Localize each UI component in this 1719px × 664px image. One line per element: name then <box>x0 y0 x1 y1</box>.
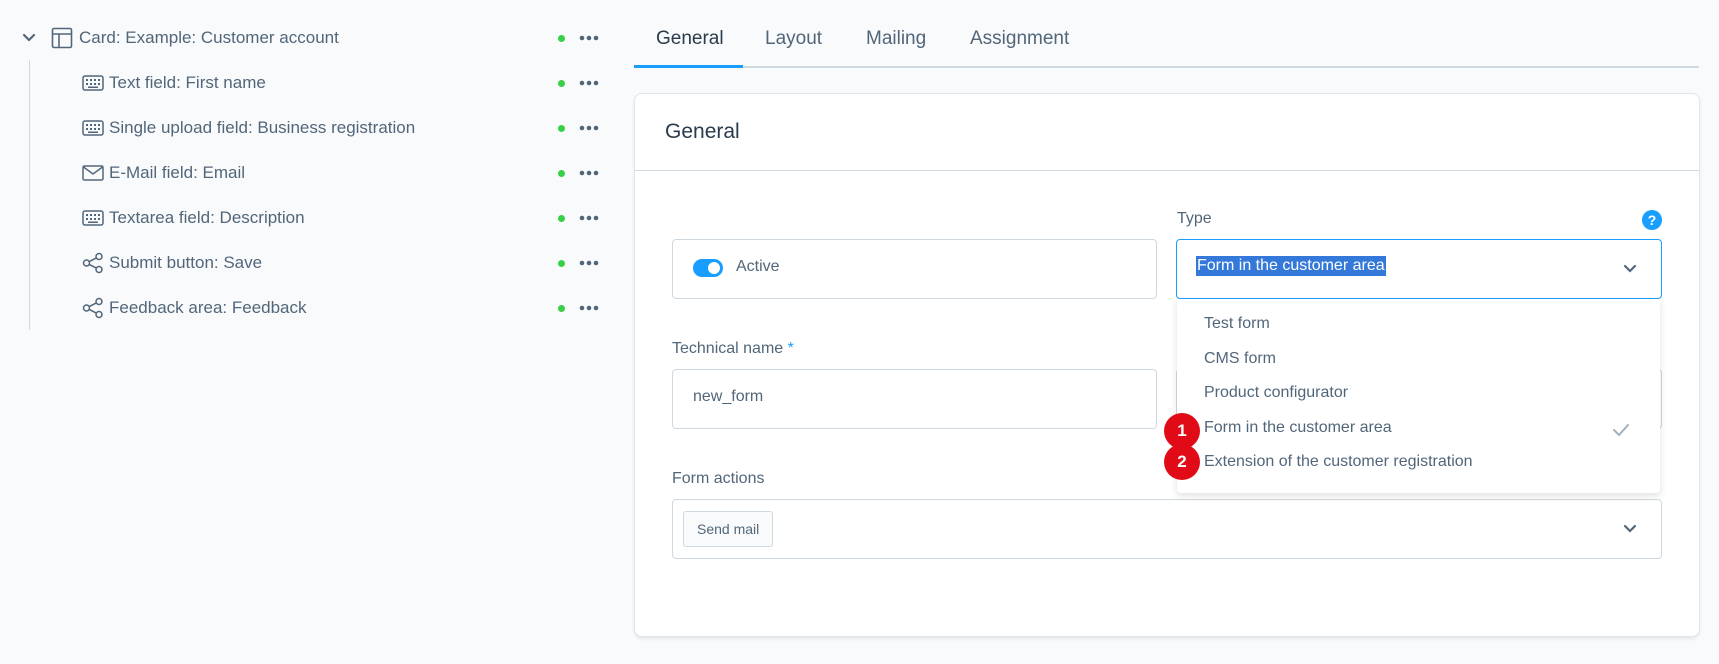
more-options-icon[interactable] <box>578 28 600 48</box>
technical-name-value: new_form <box>693 388 764 405</box>
technical-name-label-text: Technical name <box>672 340 784 357</box>
tree-item-label: Text field: First name <box>109 73 266 92</box>
technical-name-label: Technical name * <box>672 340 794 358</box>
status-dot <box>558 169 565 177</box>
status-dot <box>558 214 565 222</box>
option-cms-form[interactable]: CMS form <box>1204 350 1276 368</box>
status-dot <box>558 34 565 42</box>
more-options-icon[interactable] <box>578 118 600 138</box>
status-dot <box>558 304 565 312</box>
more-options-icon[interactable] <box>578 298 600 318</box>
form-actions-label: Form actions <box>672 470 765 487</box>
tree-item-label: E-Mail field: Email <box>109 163 246 182</box>
share-icon <box>81 251 105 275</box>
keyboard-icon <box>81 116 105 140</box>
tree-item-description[interactable]: Textarea field: Description <box>0 201 610 235</box>
option-product-configurator[interactable]: Product configurator <box>1204 384 1348 402</box>
help-icon[interactable]: ? <box>1642 210 1662 230</box>
tree-item-label: Textarea field: Description <box>109 208 305 227</box>
tree-item-label: Submit button: Save <box>109 253 263 272</box>
chevron-down-icon[interactable] <box>1621 260 1639 278</box>
form-field-tree: Card: Example: Customer account Text fie… <box>0 0 620 664</box>
tree-item-label: Card: Example: Customer account <box>79 28 339 47</box>
required-mark: * <box>787 340 794 357</box>
send-mail-chip[interactable]: Send mail <box>683 511 774 547</box>
status-dot <box>558 259 565 267</box>
checkmark-icon <box>1611 420 1631 440</box>
card-title: General <box>665 120 740 143</box>
tab-layout[interactable]: Layout <box>765 28 822 50</box>
more-options-icon[interactable] <box>578 73 600 93</box>
option-form-customer-area[interactable]: Form in the customer area <box>1204 419 1392 437</box>
active-label: Active <box>736 258 780 275</box>
type-dropdown-menu: Test form CMS form Product configurator … <box>1177 299 1660 493</box>
type-select[interactable]: Form in the customer area <box>1176 239 1662 299</box>
tab-bar: General Layout Mailing Assignment <box>634 18 1699 68</box>
form-actions-select[interactable]: Send mail <box>672 499 1662 559</box>
tree-item-save[interactable]: Submit button: Save <box>0 246 610 280</box>
tab-divider <box>634 66 1699 68</box>
chevron-down-icon[interactable] <box>1621 520 1639 538</box>
active-switch[interactable] <box>693 259 723 277</box>
envelope-icon <box>81 161 105 185</box>
tree-item-first-name[interactable]: Text field: First name <box>0 66 610 100</box>
card-divider <box>635 170 1699 171</box>
type-label: Type <box>1177 210 1212 227</box>
status-dot <box>558 79 565 87</box>
status-dot <box>558 124 565 132</box>
tree-item-label: Feedback area: Feedback <box>109 298 307 317</box>
tree-item-business-registration[interactable]: Single upload field: Business registrati… <box>0 111 610 145</box>
tree-item-label: Single upload field: Business registrati… <box>109 118 416 137</box>
chevron-down-icon[interactable] <box>20 29 38 47</box>
more-options-icon[interactable] <box>578 163 600 183</box>
tree-item-feedback[interactable]: Feedback area: Feedback <box>0 291 610 325</box>
layout-icon <box>50 26 74 50</box>
more-options-icon[interactable] <box>578 253 600 273</box>
tab-mailing[interactable]: Mailing <box>866 28 926 50</box>
technical-name-input[interactable]: new_form <box>672 369 1157 429</box>
annotation-marker-2: 2 <box>1164 444 1200 480</box>
keyboard-icon <box>81 206 105 230</box>
active-toggle-field[interactable]: Active <box>672 239 1157 299</box>
tree-item-email[interactable]: E-Mail field: Email <box>0 156 610 190</box>
keyboard-icon <box>81 71 105 95</box>
tree-guide-line <box>29 60 30 330</box>
active-tab-indicator <box>634 65 743 68</box>
share-icon <box>81 296 105 320</box>
tab-assignment[interactable]: Assignment <box>970 28 1069 50</box>
type-selected-value: Form in the customer area <box>1196 256 1386 276</box>
more-options-icon[interactable] <box>578 208 600 228</box>
tab-general[interactable]: General <box>656 28 724 50</box>
option-test-form[interactable]: Test form <box>1204 315 1270 333</box>
option-extension-customer-registration[interactable]: Extension of the customer registration <box>1204 453 1473 471</box>
tree-item-root[interactable]: Card: Example: Customer account <box>0 21 610 55</box>
